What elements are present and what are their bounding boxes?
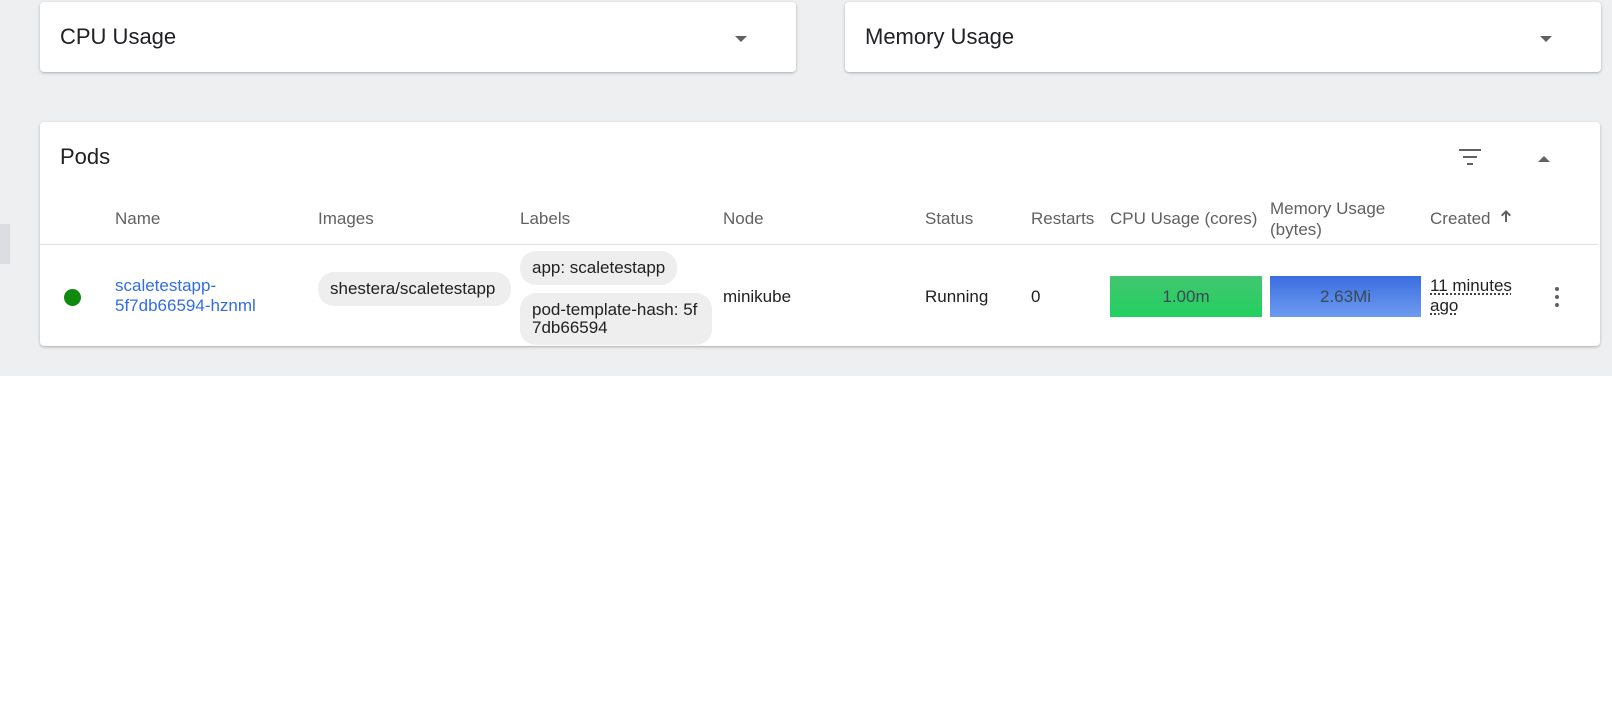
chevron-up-icon[interactable] xyxy=(1538,156,1550,162)
sidebar-edge-handle xyxy=(0,224,10,264)
table-row: scaletestapp-5f7db66594-hznml shestera/s… xyxy=(40,245,1598,346)
memory-usage-title: Memory Usage xyxy=(865,24,1015,49)
node-value: minikube xyxy=(723,287,792,306)
cpu-usage-card[interactable]: CPU Usage xyxy=(40,2,796,72)
status-value: Running xyxy=(925,287,989,306)
column-header-memory-line2: (bytes) xyxy=(1270,220,1322,239)
chevron-down-icon[interactable] xyxy=(735,36,747,42)
chevron-down-icon[interactable] xyxy=(1540,36,1552,42)
pod-name-link[interactable]: scaletestapp-5f7db66594-hznml xyxy=(115,276,275,316)
image-chip: shestera/scaletestapp xyxy=(318,272,511,306)
column-header-restarts[interactable]: Restarts xyxy=(1031,208,1094,229)
restarts-value: 0 xyxy=(1031,287,1041,306)
status-running-icon xyxy=(64,289,81,306)
column-header-labels[interactable]: Labels xyxy=(520,208,570,229)
memory-usage-bar: 2.63Mi xyxy=(1270,276,1421,317)
created-value: 11 minutes ago xyxy=(1430,276,1512,315)
cpu-usage-bar: 1.00m xyxy=(1110,276,1262,317)
column-header-memory[interactable]: Memory Usage (bytes) xyxy=(1270,198,1385,240)
column-header-created[interactable]: Created xyxy=(1430,208,1490,229)
pods-card: Pods Name Images Labels Node Status Rest… xyxy=(40,122,1600,346)
arrow-up-icon[interactable] xyxy=(1500,209,1512,223)
memory-usage-card[interactable]: Memory Usage xyxy=(845,2,1601,72)
pods-title: Pods xyxy=(60,144,111,169)
label-chip: pod-template-hash: 5f7db66594 xyxy=(520,293,712,345)
cpu-usage-value: 1.00m xyxy=(1162,286,1210,306)
column-header-images[interactable]: Images xyxy=(318,208,374,229)
column-header-cpu[interactable]: CPU Usage (cores) xyxy=(1110,208,1257,229)
label-chip: app: scaletestapp xyxy=(520,251,678,285)
column-header-memory-line1: Memory Usage xyxy=(1270,199,1386,218)
column-header-name[interactable]: Name xyxy=(115,208,160,229)
filter-icon[interactable] xyxy=(1459,149,1481,165)
memory-usage-value: 2.63Mi xyxy=(1319,286,1372,306)
more-vert-icon[interactable] xyxy=(1554,287,1560,309)
column-header-node[interactable]: Node xyxy=(723,208,764,229)
column-header-status[interactable]: Status xyxy=(925,208,973,229)
cpu-usage-title: CPU Usage xyxy=(60,24,177,49)
